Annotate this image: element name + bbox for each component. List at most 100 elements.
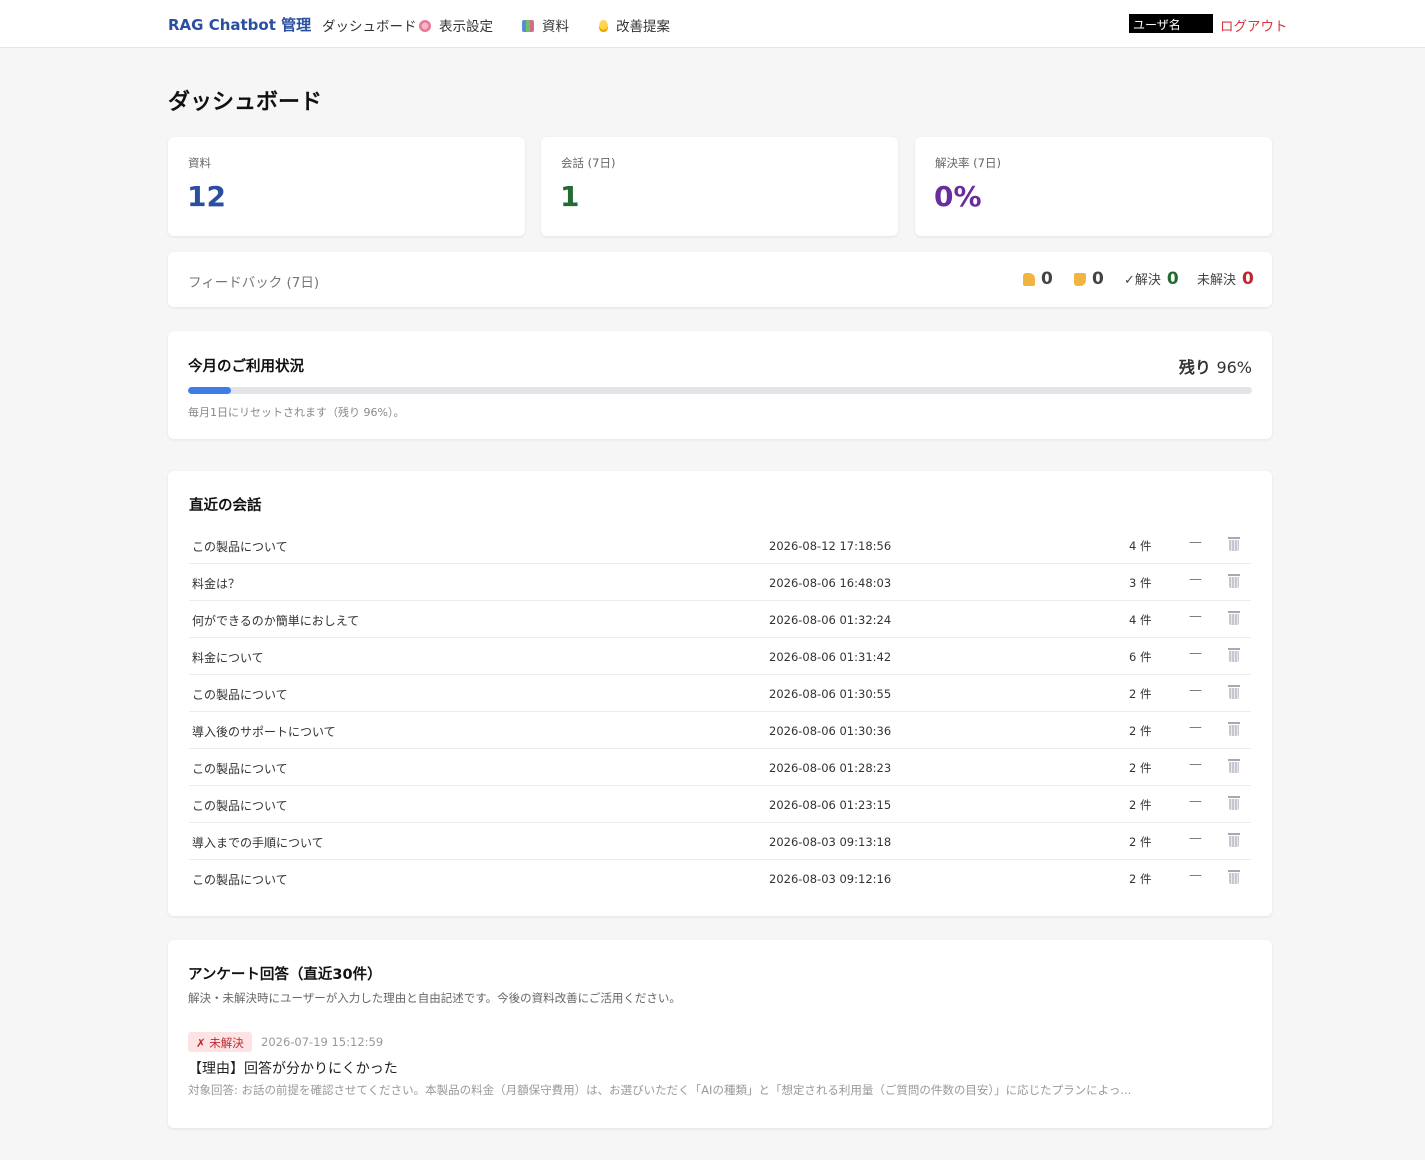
trash-icon[interactable] <box>1228 833 1240 847</box>
trash-icon[interactable] <box>1228 574 1240 588</box>
conversation-title[interactable]: 導入までの手順について <box>192 834 324 851</box>
conversation-title[interactable]: 料金について <box>192 649 264 666</box>
conversation-message-count: 6 件 <box>1129 650 1152 664</box>
conversation-date: 2026-08-12 17:18:56 <box>769 539 892 553</box>
conversation-row[interactable]: 何ができるのか簡単におしえて 2026-08-06 01:32:24 4 件 — <box>189 601 1251 638</box>
trash-icon[interactable] <box>1228 796 1240 810</box>
conversation-message-count: 2 件 <box>1129 835 1152 849</box>
survey-entry-target: 対象回答: お話の前提を確認させてください。本製品の料金（月額保守費用）は、お選… <box>188 1083 1132 1097</box>
conversation-row[interactable]: 導入後のサポートについて 2026-08-06 01:30:36 2 件 — <box>189 712 1251 749</box>
conversation-title[interactable]: この製品について <box>192 797 288 814</box>
conversation-date: 2026-08-06 01:30:55 <box>769 687 892 701</box>
usage-note: 毎月1日にリセットされます（残り 96%）。 <box>188 406 405 419</box>
conversation-status: — <box>1189 535 1202 550</box>
conversation-title[interactable]: この製品について <box>192 871 288 888</box>
conversation-status: — <box>1189 646 1202 661</box>
conversation-title[interactable]: 導入後のサポートについて <box>192 723 336 740</box>
stat-card-documents: 資料 12 <box>168 137 525 236</box>
conversation-date: 2026-08-06 01:30:36 <box>769 724 892 738</box>
books-icon <box>522 20 534 32</box>
thumbs-down-icon <box>1074 273 1086 286</box>
stat-label: 資料 <box>188 156 211 170</box>
conversation-title[interactable]: 何ができるのか簡単におしえて <box>192 612 359 629</box>
conversation-status: — <box>1189 572 1202 587</box>
usage-progress-bar <box>188 387 1252 394</box>
thumbs-up-icon <box>1023 273 1035 286</box>
username: ユーザ名 <box>1129 14 1213 33</box>
unresolved-label: 未解決 <box>1197 273 1237 288</box>
trash-icon[interactable] <box>1228 722 1240 736</box>
recent-conversations-card: 直近の会話 この製品について 2026-08-12 17:18:56 4 件 — 料金は… <box>168 471 1272 916</box>
feedback-title: フィードバック (7日) <box>188 275 320 291</box>
nav-display-settings[interactable]: 表示設定 <box>419 15 493 35</box>
usage-remaining: 残り 96% <box>1179 354 1252 378</box>
thumbs-up-value: 0 <box>1041 269 1053 289</box>
survey-title: アンケート回答（直近30件） <box>188 967 382 983</box>
conversation-title[interactable]: この製品について <box>192 760 288 777</box>
nav-display-settings-label: 表示設定 <box>439 19 493 35</box>
usage-title: 今月のご利用状況 <box>188 359 304 375</box>
conversation-message-count: 2 件 <box>1129 687 1152 701</box>
thumbs-down-value: 0 <box>1092 269 1104 289</box>
conversation-row[interactable]: 料金は？ 2026-08-06 16:48:03 3 件 — <box>189 564 1251 601</box>
conversation-message-count: 3 件 <box>1129 576 1152 590</box>
thumbs-up-count: 0 <box>1023 269 1053 289</box>
logout-link[interactable]: ログアウト <box>1220 15 1288 35</box>
unresolved-value: 0 <box>1242 269 1254 289</box>
trash-icon[interactable] <box>1228 870 1240 884</box>
conversation-row[interactable]: この製品について 2026-08-12 17:18:56 4 件 — <box>189 527 1251 564</box>
conversation-date: 2026-08-06 01:23:15 <box>769 798 892 812</box>
stat-value: 0% <box>934 180 982 213</box>
conversation-title[interactable]: この製品について <box>192 538 288 555</box>
recent-title: 直近の会話 <box>189 498 262 514</box>
conversation-row[interactable]: この製品について 2026-08-03 09:12:16 2 件 — <box>189 860 1251 897</box>
stat-value: 12 <box>187 180 226 213</box>
conversation-status: — <box>1189 609 1202 624</box>
conversation-message-count: 2 件 <box>1129 798 1152 812</box>
conversation-row[interactable]: この製品について 2026-08-06 01:30:55 2 件 — <box>189 675 1251 712</box>
nav-dashboard[interactable]: ダッシュボード <box>322 15 417 35</box>
conversation-row[interactable]: この製品について 2026-08-06 01:23:15 2 件 — <box>189 786 1251 823</box>
conversation-date: 2026-08-06 01:31:42 <box>769 650 892 664</box>
conversation-status: — <box>1189 794 1202 809</box>
nav-dashboard-label: ダッシュボード <box>322 19 417 35</box>
nav-suggestions[interactable]: 改善提案 <box>599 15 670 35</box>
brand-link[interactable]: RAG Chatbot 管理 <box>168 14 311 35</box>
survey-subtitle: 解決・未解決時にユーザーが入力した理由と自由記述です。今後の資料改善にご活用くだ… <box>188 991 681 1005</box>
conversation-status: — <box>1189 757 1202 772</box>
conversation-date: 2026-08-06 16:48:03 <box>769 576 892 590</box>
conversation-date: 2026-08-06 01:28:23 <box>769 761 892 775</box>
nav-documents[interactable]: 資料 <box>522 15 569 35</box>
conversation-row[interactable]: 導入までの手順について 2026-08-03 09:13:18 2 件 — <box>189 823 1251 860</box>
trash-icon[interactable] <box>1228 537 1240 551</box>
survey-entry-reason: 【理由】回答が分かりにくかった <box>188 1061 398 1077</box>
usage-progress-fill <box>188 387 231 394</box>
conversation-row[interactable]: この製品について 2026-08-06 01:28:23 2 件 — <box>189 749 1251 786</box>
conversation-status: — <box>1189 831 1202 846</box>
usage-remaining-value: 96% <box>1216 358 1252 377</box>
conversation-message-count: 2 件 <box>1129 724 1152 738</box>
conversation-row[interactable]: 料金について 2026-08-06 01:31:42 6 件 — <box>189 638 1251 675</box>
conversation-date: 2026-08-06 01:32:24 <box>769 613 892 627</box>
trash-icon[interactable] <box>1228 759 1240 773</box>
nav-suggestions-label: 改善提案 <box>616 19 670 35</box>
page-title: ダッシュボード <box>168 90 323 115</box>
stat-card-resolution-rate: 解決率 (7日) 0% <box>915 137 1272 236</box>
conversation-message-count: 4 件 <box>1129 613 1152 627</box>
top-navbar: RAG Chatbot 管理 ダッシュボード 表示設定 資料 改善提案 ユーザ名… <box>0 0 1425 48</box>
conversation-date: 2026-08-03 09:13:18 <box>769 835 892 849</box>
conversation-status: — <box>1189 683 1202 698</box>
survey-entry-date: 2026-07-19 15:12:59 <box>261 1035 384 1049</box>
conversation-message-count: 4 件 <box>1129 539 1152 553</box>
conversation-title[interactable]: この製品について <box>192 686 288 703</box>
nav-documents-label: 資料 <box>542 19 569 35</box>
bulb-icon <box>599 20 608 32</box>
stat-value: 1 <box>560 180 580 213</box>
resolved-value: 0 <box>1166 269 1179 289</box>
conversation-title[interactable]: 料金は？ <box>192 575 240 592</box>
usage-remaining-label: 残り <box>1178 358 1211 377</box>
survey-card: アンケート回答（直近30件） 解決・未解決時にユーザーが入力した理由と自由記述で… <box>168 940 1272 1128</box>
trash-icon[interactable] <box>1228 648 1240 662</box>
trash-icon[interactable] <box>1228 611 1240 625</box>
trash-icon[interactable] <box>1228 685 1240 699</box>
